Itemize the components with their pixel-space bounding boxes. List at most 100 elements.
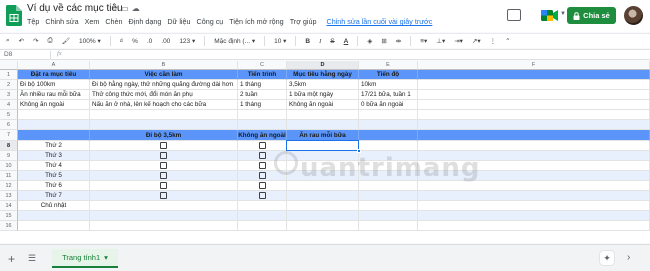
side-panel-toggle-icon[interactable]: › [627, 252, 630, 263]
row-header-2[interactable]: 2 [0, 80, 18, 90]
row-header-7[interactable]: 7 [0, 130, 18, 141]
row-header-16[interactable]: 16 [0, 221, 18, 231]
cell-b6[interactable] [90, 120, 238, 130]
menu-insert[interactable]: Chèn [105, 17, 122, 26]
cell-e4[interactable]: 0 bữa ăn ngoài [359, 100, 418, 110]
cell-a14[interactable]: Chủ nhật [18, 201, 90, 211]
cell-a4[interactable]: Không ăn ngoài [18, 100, 90, 110]
cell-b13[interactable] [90, 191, 238, 201]
cell-d6[interactable] [287, 120, 359, 130]
cell-b1[interactable]: Việc cần làm [90, 70, 238, 80]
percent-format-button[interactable]: % [132, 38, 138, 45]
cell-b16[interactable] [90, 221, 238, 231]
borders-icon[interactable]: ⊞ [381, 37, 386, 45]
bold-button[interactable]: B [305, 38, 310, 45]
row-header-10[interactable]: 10 [0, 161, 18, 171]
cell-a3[interactable]: Ăn nhiều rau mỗi bữa [18, 90, 90, 100]
cell-f14[interactable] [418, 201, 650, 211]
last-edit-link[interactable]: Chỉnh sửa lần cuối vài giây trước [327, 17, 433, 26]
checkbox[interactable] [258, 152, 266, 159]
checkbox[interactable] [160, 192, 167, 199]
font-select[interactable]: Mặc định (... ▾ [214, 37, 255, 45]
cell-f4[interactable] [418, 100, 650, 110]
row-header-4[interactable]: 4 [0, 100, 18, 110]
undo-icon[interactable]: ↶ [19, 37, 24, 45]
spreadsheet-grid[interactable]: A B C D E F 1 Đặt ra mục tiêu Việc cần làm Tiến t… [0, 61, 650, 243]
all-sheets-icon[interactable]: ☰ [28, 253, 36, 264]
cell-e3[interactable]: 17/21 bữa, tuần 1 [359, 90, 418, 100]
cell-b11[interactable] [90, 171, 238, 181]
checkbox[interactable] [258, 192, 266, 199]
move-folder-icon[interactable]: ▭ [121, 4, 132, 13]
add-sheet-icon[interactable]: + [8, 252, 15, 266]
cell-f6[interactable] [418, 120, 650, 130]
cell-b14[interactable] [90, 201, 238, 211]
sheet-tab-dropdown-icon[interactable]: ▾ [104, 253, 108, 262]
cell-c5[interactable] [238, 110, 287, 120]
column-header-c[interactable]: C [238, 61, 287, 70]
cell-a11[interactable]: Thứ 5 [18, 171, 90, 181]
cell-c4[interactable]: 1 tháng [238, 100, 287, 110]
cell-c2[interactable]: 1 tháng [238, 80, 287, 90]
cell-b9[interactable] [90, 151, 238, 161]
menu-tools[interactable]: Công cụ [197, 17, 224, 26]
cell-e14[interactable] [359, 201, 418, 211]
cell-c16[interactable] [238, 221, 287, 231]
row-header-1[interactable]: 1 [0, 70, 18, 80]
checkbox[interactable] [160, 162, 167, 169]
sheet-tab-active[interactable]: Trang tính1 ▾ [52, 249, 118, 268]
cell-d4[interactable]: Không ăn ngoài [287, 100, 359, 110]
cell-f16[interactable] [418, 221, 650, 231]
meet-dropdown-icon[interactable]: ▼ [560, 11, 566, 17]
cell-d15[interactable] [287, 211, 359, 221]
menu-data[interactable]: Dữ liệu [167, 17, 190, 26]
zoom-select[interactable]: 100% ▾ [79, 37, 101, 45]
share-button[interactable]: Chia sẻ [567, 7, 616, 24]
cell-c3[interactable]: 2 tuần [238, 90, 287, 100]
more-formats-select[interactable]: 123 ▾ [179, 37, 195, 45]
row-header-15[interactable]: 15 [0, 211, 18, 221]
cell-e7[interactable] [359, 130, 418, 141]
fill-color-icon[interactable]: ◈ [367, 37, 372, 45]
cell-e8[interactable] [359, 141, 418, 151]
paint-format-icon[interactable]: 🖌 [62, 37, 70, 45]
checkbox[interactable] [258, 162, 266, 169]
collapse-toolbar-icon[interactable]: ⌃ [505, 37, 510, 45]
strikethrough-button[interactable]: S [330, 38, 334, 45]
checkbox[interactable] [258, 142, 266, 149]
checkbox[interactable] [258, 172, 266, 179]
text-color-button[interactable]: A [344, 38, 349, 45]
menu-edit[interactable]: Chỉnh sửa [45, 17, 78, 26]
column-header-d[interactable]: D [287, 61, 359, 70]
cell-c6[interactable] [238, 120, 287, 130]
select-all-corner[interactable] [0, 61, 18, 70]
cell-a13[interactable]: Thứ 7 [18, 191, 90, 201]
cell-d13[interactable] [287, 191, 359, 201]
redo-icon[interactable]: ↷ [33, 37, 38, 45]
user-avatar[interactable] [624, 6, 643, 25]
column-header-a[interactable]: A [18, 61, 90, 70]
more-options-icon[interactable]: ⋮ [490, 37, 497, 45]
cell-d14[interactable] [287, 201, 359, 211]
cell-f13[interactable] [418, 191, 650, 201]
menu-view[interactable]: Xem [85, 17, 100, 26]
row-header-6[interactable]: 6 [0, 120, 18, 130]
row-header-8[interactable]: 8 [0, 141, 18, 151]
cell-e2[interactable]: 10km [359, 80, 418, 90]
cell-e1[interactable]: Tiến độ [359, 70, 418, 80]
cell-e6[interactable] [359, 120, 418, 130]
cell-b15[interactable] [90, 211, 238, 221]
row-header-14[interactable]: 14 [0, 201, 18, 211]
cell-a16[interactable] [18, 221, 90, 231]
comment-history-icon[interactable] [507, 9, 521, 21]
cell-e13[interactable] [359, 191, 418, 201]
cell-c12[interactable] [238, 181, 287, 191]
column-header-b[interactable]: B [90, 61, 238, 70]
menu-extensions[interactable]: Tiện ích mở rộng [229, 17, 283, 26]
cell-b2[interactable]: Đi bộ hằng ngày, thử những quãng đường d… [90, 80, 238, 90]
row-header-11[interactable]: 11 [0, 171, 18, 181]
text-rotate-icon[interactable]: ↗▾ [472, 37, 481, 45]
cell-c8[interactable] [238, 141, 287, 151]
explore-icon[interactable]: ✦ [600, 251, 614, 265]
cell-c14[interactable] [238, 201, 287, 211]
